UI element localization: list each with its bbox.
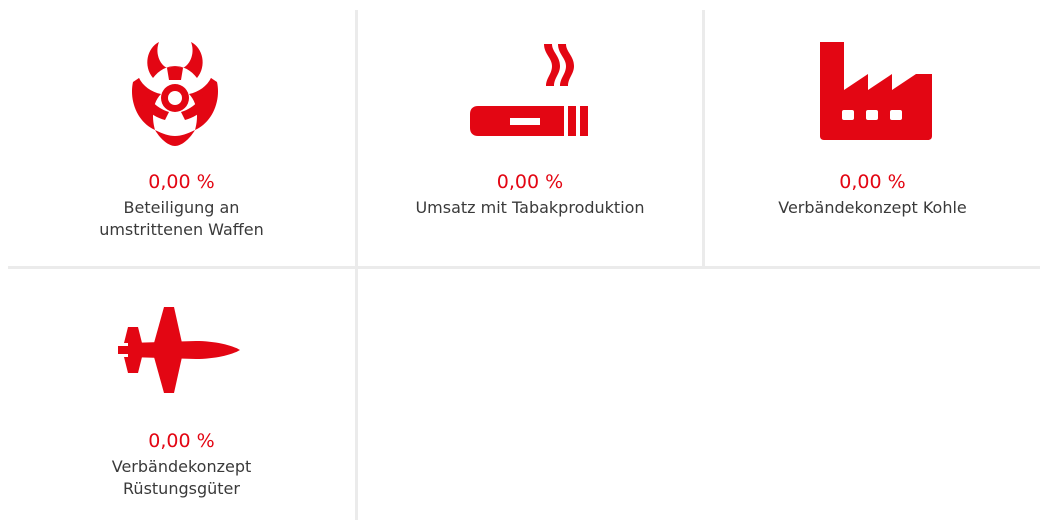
biohazard-icon <box>131 42 219 146</box>
exclusion-value: 0,00 % <box>148 171 215 193</box>
cigarette-icon <box>470 44 588 136</box>
exclusion-value: 0,00 % <box>496 171 564 193</box>
exclusion-value: 0,00 % <box>839 171 906 193</box>
exclusion-label: Verbändekonzept Rüstungsgüter <box>111 457 252 498</box>
factory-icon <box>820 42 932 140</box>
exclusion-label: Verbändekonzept Kohle <box>778 198 967 217</box>
exclusion-item-controversial-weapons: 0,00 % Beteiligung an umstrittenen Waffe… <box>8 0 355 266</box>
exclusion-label: Beteiligung an umstrittenen Waffen <box>99 198 264 239</box>
exclusion-item-tobacco: 0,00 % Umsatz mit Tabakproduktion <box>358 0 702 266</box>
exclusion-label: Umsatz mit Tabakproduktion <box>415 198 645 217</box>
exclusion-value: 0,00 % <box>148 430 215 452</box>
exclusion-item-coal: 0,00 % Verbändekonzept Kohle <box>705 0 1040 266</box>
exclusion-item-armaments: 0,00 % Verbändekonzept Rüstungsgüter <box>8 269 355 520</box>
fighter-jet-icon <box>118 307 240 393</box>
